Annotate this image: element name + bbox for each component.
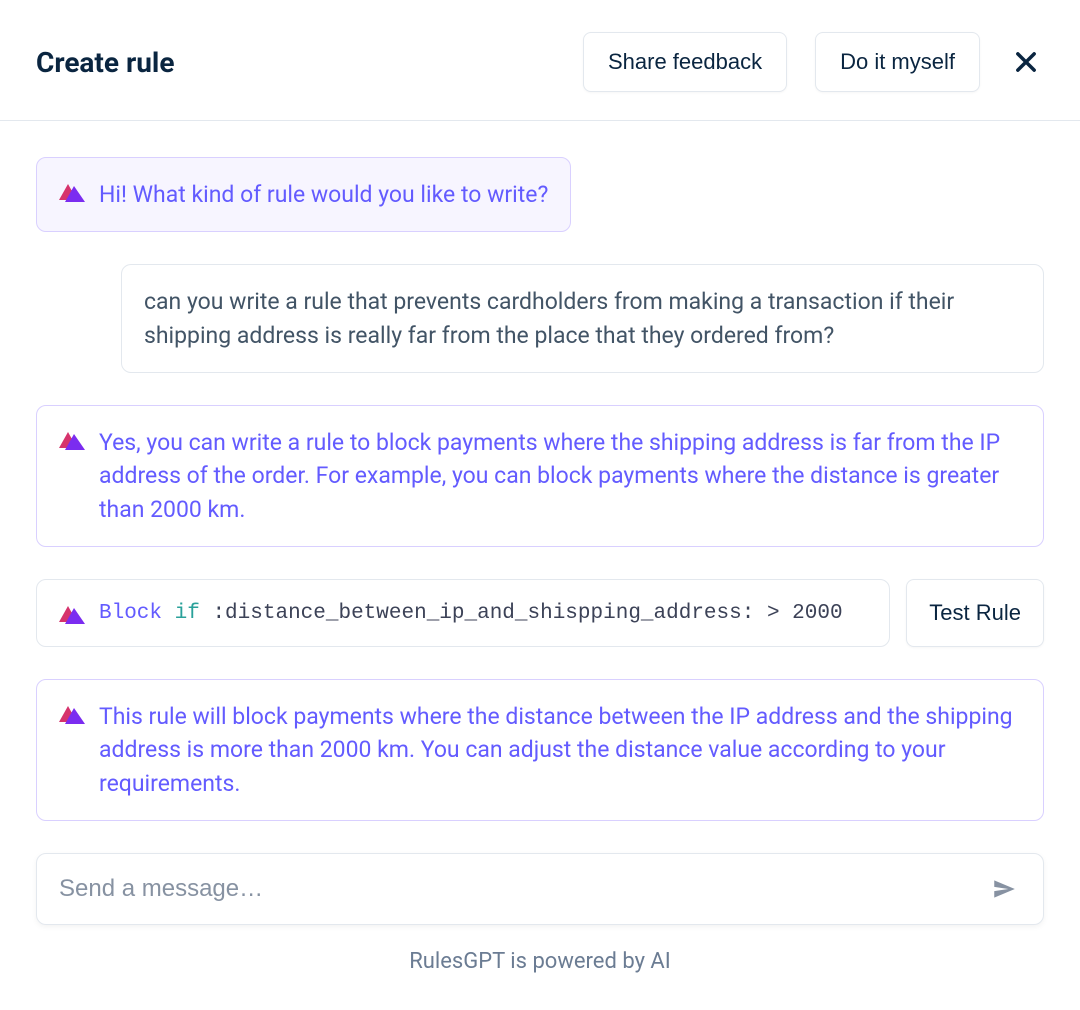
assistant-logo-icon	[59, 182, 85, 204]
message-text: This rule will block payments where the …	[99, 700, 1021, 800]
page-header: Create rule Share feedback Do it myself	[0, 0, 1080, 121]
assistant-logo-icon	[59, 604, 85, 626]
keyword-if: if	[175, 602, 200, 625]
message-input[interactable]	[59, 875, 987, 903]
code-box: Block if :distance_between_ip_and_shispp…	[36, 579, 890, 647]
message-input-row	[36, 853, 1044, 925]
chat-container: Hi! What kind of rule would you like to …	[0, 121, 1080, 1010]
close-icon	[1012, 48, 1040, 76]
do-it-myself-button[interactable]: Do it myself	[815, 32, 980, 92]
user-message: can you write a rule that prevents cardh…	[121, 264, 1044, 373]
assistant-message: Hi! What kind of rule would you like to …	[36, 157, 571, 232]
rule-code: Block if :distance_between_ip_and_shispp…	[99, 602, 843, 625]
assistant-logo-icon	[59, 704, 85, 726]
send-icon	[991, 876, 1017, 902]
keyword-block: Block	[99, 602, 162, 625]
footer-disclaimer: RulesGPT is powered by AI	[36, 949, 1044, 974]
test-rule-button[interactable]: Test Rule	[906, 579, 1044, 647]
message-text: Hi! What kind of rule would you like to …	[99, 178, 548, 211]
close-button[interactable]	[1008, 44, 1044, 80]
header-actions: Share feedback Do it myself	[583, 32, 1044, 92]
assistant-message: This rule will block payments where the …	[36, 679, 1044, 821]
message-text: can you write a rule that prevents cardh…	[144, 285, 1021, 352]
assistant-logo-icon	[59, 430, 85, 452]
page-title: Create rule	[36, 46, 174, 79]
code-row: Block if :distance_between_ip_and_shispp…	[36, 579, 1044, 647]
send-button[interactable]	[987, 872, 1021, 906]
message-text: Yes, you can write a rule to block payme…	[99, 426, 1021, 526]
assistant-message: Yes, you can write a rule to block payme…	[36, 405, 1044, 547]
share-feedback-button[interactable]: Share feedback	[583, 32, 787, 92]
rule-expression: :distance_between_ip_and_shispping_addre…	[212, 602, 842, 625]
